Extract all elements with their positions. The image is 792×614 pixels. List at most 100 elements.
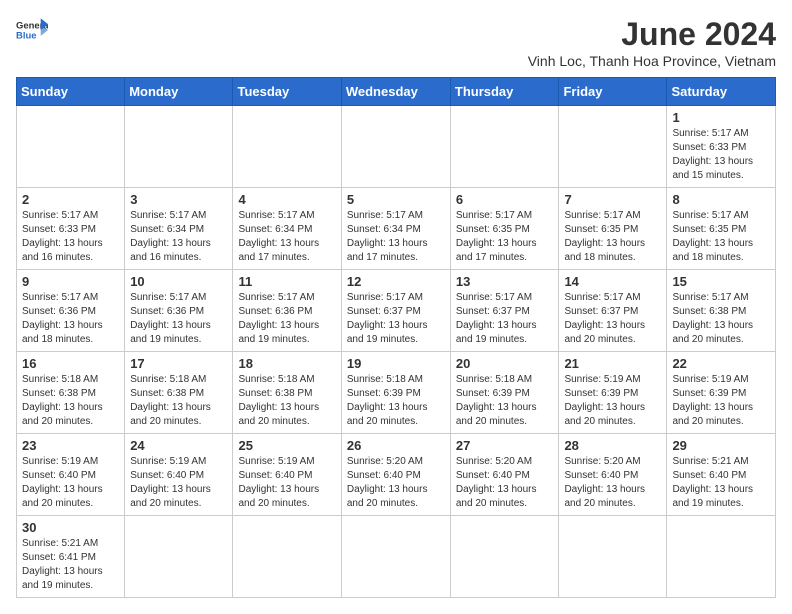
calendar-week-3: 9 Sunrise: 5:17 AM Sunset: 6:36 PM Daylig… xyxy=(17,270,776,352)
day-number: 27 xyxy=(456,438,554,453)
day-info: Sunrise: 5:17 AM Sunset: 6:36 PM Dayligh… xyxy=(22,291,119,347)
calendar-cell xyxy=(125,106,233,188)
calendar-cell xyxy=(450,516,559,598)
calendar-cell xyxy=(125,516,233,598)
calendar-week-1: 1 Sunrise: 5:17 AM Sunset: 6:33 PM Daylig… xyxy=(17,106,776,188)
day-info: Sunrise: 5:19 AM Sunset: 6:40 PM Dayligh… xyxy=(238,455,335,511)
day-number: 29 xyxy=(672,438,770,453)
calendar-week-5: 23 Sunrise: 5:19 AM Sunset: 6:40 PM Dayli… xyxy=(17,434,776,516)
day-number: 5 xyxy=(347,192,445,207)
generalblue-logo-icon: General Blue xyxy=(16,16,48,44)
calendar-cell xyxy=(559,106,667,188)
calendar-week-2: 2 Sunrise: 5:17 AM Sunset: 6:33 PM Daylig… xyxy=(17,188,776,270)
calendar-title: June 2024 xyxy=(528,16,776,53)
calendar-cell: 19 Sunrise: 5:18 AM Sunset: 6:39 PM Dayli… xyxy=(341,352,450,434)
day-number: 15 xyxy=(672,274,770,289)
calendar-cell: 21Sunrise: 5:19 AM Sunset: 6:39 PM Dayli… xyxy=(559,352,667,434)
calendar-cell: 24 Sunrise: 5:19 AM Sunset: 6:40 PM Dayli… xyxy=(125,434,233,516)
calendar-cell: 23Sunrise: 5:19 AM Sunset: 6:40 PM Dayli… xyxy=(17,434,125,516)
day-info: Sunrise: 5:17 AM Sunset: 6:37 PM Dayligh… xyxy=(456,291,554,347)
day-info: Sunrise: 5:17 AM Sunset: 6:38 PM Dayligh… xyxy=(672,291,770,347)
day-number: 14 xyxy=(564,274,661,289)
day-info: Sunrise: 5:17 AM Sunset: 6:35 PM Dayligh… xyxy=(564,209,661,265)
weekday-header-friday: Friday xyxy=(559,78,667,106)
day-info: Sunrise: 5:20 AM Sunset: 6:40 PM Dayligh… xyxy=(564,455,661,511)
day-number: 11 xyxy=(238,274,335,289)
calendar-cell: 27 Sunrise: 5:20 AM Sunset: 6:40 PM Dayli… xyxy=(450,434,559,516)
calendar-cell: 18 Sunrise: 5:18 AM Sunset: 6:38 PM Dayli… xyxy=(233,352,341,434)
calendar-cell: 30Sunrise: 5:21 AM Sunset: 6:41 PM Dayli… xyxy=(17,516,125,598)
calendar-cell xyxy=(233,106,341,188)
day-number: 25 xyxy=(238,438,335,453)
calendar-cell: 14 Sunrise: 5:17 AM Sunset: 6:37 PM Dayli… xyxy=(559,270,667,352)
calendar-cell xyxy=(450,106,559,188)
day-info: Sunrise: 5:17 AM Sunset: 6:33 PM Dayligh… xyxy=(22,209,119,265)
calendar-cell: 5 Sunrise: 5:17 AM Sunset: 6:34 PM Daylig… xyxy=(341,188,450,270)
calendar-cell xyxy=(341,106,450,188)
day-info: Sunrise: 5:17 AM Sunset: 6:37 PM Dayligh… xyxy=(347,291,445,347)
calendar-cell xyxy=(341,516,450,598)
day-info: Sunrise: 5:17 AM Sunset: 6:36 PM Dayligh… xyxy=(130,291,227,347)
day-info: Sunrise: 5:17 AM Sunset: 6:33 PM Dayligh… xyxy=(672,127,770,183)
day-number: 8 xyxy=(672,192,770,207)
day-number: 24 xyxy=(130,438,227,453)
calendar-cell: 11 Sunrise: 5:17 AM Sunset: 6:36 PM Dayli… xyxy=(233,270,341,352)
day-info: Sunrise: 5:18 AM Sunset: 6:38 PM Dayligh… xyxy=(238,373,335,429)
day-info: Sunrise: 5:17 AM Sunset: 6:36 PM Dayligh… xyxy=(238,291,335,347)
calendar-cell: 17Sunrise: 5:18 AM Sunset: 6:38 PM Dayli… xyxy=(125,352,233,434)
calendar-cell xyxy=(559,516,667,598)
day-info: Sunrise: 5:18 AM Sunset: 6:39 PM Dayligh… xyxy=(347,373,445,429)
day-number: 6 xyxy=(456,192,554,207)
day-info: Sunrise: 5:17 AM Sunset: 6:34 PM Dayligh… xyxy=(347,209,445,265)
day-info: Sunrise: 5:17 AM Sunset: 6:34 PM Dayligh… xyxy=(238,209,335,265)
day-info: Sunrise: 5:19 AM Sunset: 6:40 PM Dayligh… xyxy=(130,455,227,511)
day-info: Sunrise: 5:20 AM Sunset: 6:40 PM Dayligh… xyxy=(347,455,445,511)
day-number: 2 xyxy=(22,192,119,207)
calendar-cell: 25 Sunrise: 5:19 AM Sunset: 6:40 PM Dayli… xyxy=(233,434,341,516)
day-number: 19 xyxy=(347,356,445,371)
day-number: 13 xyxy=(456,274,554,289)
calendar-week-4: 16Sunrise: 5:18 AM Sunset: 6:38 PM Dayli… xyxy=(17,352,776,434)
day-number: 3 xyxy=(130,192,227,207)
calendar-cell xyxy=(233,516,341,598)
day-number: 22 xyxy=(672,356,770,371)
day-info: Sunrise: 5:17 AM Sunset: 6:34 PM Dayligh… xyxy=(130,209,227,265)
calendar-cell: 6 Sunrise: 5:17 AM Sunset: 6:35 PM Daylig… xyxy=(450,188,559,270)
day-info: Sunrise: 5:21 AM Sunset: 6:40 PM Dayligh… xyxy=(672,455,770,511)
day-info: Sunrise: 5:17 AM Sunset: 6:35 PM Dayligh… xyxy=(456,209,554,265)
day-number: 18 xyxy=(238,356,335,371)
calendar-subtitle: Vinh Loc, Thanh Hoa Province, Vietnam xyxy=(528,53,776,69)
day-number: 10 xyxy=(130,274,227,289)
day-info: Sunrise: 5:18 AM Sunset: 6:39 PM Dayligh… xyxy=(456,373,554,429)
weekday-header-row: SundayMondayTuesdayWednesdayThursdayFrid… xyxy=(17,78,776,106)
calendar-cell: 1 Sunrise: 5:17 AM Sunset: 6:33 PM Daylig… xyxy=(667,106,776,188)
calendar-cell: 15 Sunrise: 5:17 AM Sunset: 6:38 PM Dayli… xyxy=(667,270,776,352)
calendar-cell: 20Sunrise: 5:18 AM Sunset: 6:39 PM Dayli… xyxy=(450,352,559,434)
calendar-cell: 10 Sunrise: 5:17 AM Sunset: 6:36 PM Dayli… xyxy=(125,270,233,352)
weekday-header-wednesday: Wednesday xyxy=(341,78,450,106)
calendar-cell: 22 Sunrise: 5:19 AM Sunset: 6:39 PM Dayli… xyxy=(667,352,776,434)
day-number: 28 xyxy=(564,438,661,453)
day-info: Sunrise: 5:19 AM Sunset: 6:39 PM Dayligh… xyxy=(564,373,661,429)
svg-text:Blue: Blue xyxy=(16,31,36,42)
day-info: Sunrise: 5:20 AM Sunset: 6:40 PM Dayligh… xyxy=(456,455,554,511)
calendar-cell: 2 Sunrise: 5:17 AM Sunset: 6:33 PM Daylig… xyxy=(17,188,125,270)
day-number: 9 xyxy=(22,274,119,289)
day-info: Sunrise: 5:17 AM Sunset: 6:35 PM Dayligh… xyxy=(672,209,770,265)
day-info: Sunrise: 5:17 AM Sunset: 6:37 PM Dayligh… xyxy=(564,291,661,347)
day-info: Sunrise: 5:19 AM Sunset: 6:39 PM Dayligh… xyxy=(672,373,770,429)
weekday-header-sunday: Sunday xyxy=(17,78,125,106)
calendar-cell: 26Sunrise: 5:20 AM Sunset: 6:40 PM Dayli… xyxy=(341,434,450,516)
day-number: 23 xyxy=(22,438,119,453)
calendar-week-6: 30Sunrise: 5:21 AM Sunset: 6:41 PM Dayli… xyxy=(17,516,776,598)
day-number: 4 xyxy=(238,192,335,207)
day-number: 12 xyxy=(347,274,445,289)
day-number: 17 xyxy=(130,356,227,371)
calendar-cell: 16Sunrise: 5:18 AM Sunset: 6:38 PM Dayli… xyxy=(17,352,125,434)
day-number: 1 xyxy=(672,110,770,125)
calendar-cell: 3 Sunrise: 5:17 AM Sunset: 6:34 PM Daylig… xyxy=(125,188,233,270)
calendar-cell: 8 Sunrise: 5:17 AM Sunset: 6:35 PM Daylig… xyxy=(667,188,776,270)
weekday-header-thursday: Thursday xyxy=(450,78,559,106)
day-number: 7 xyxy=(564,192,661,207)
calendar-cell: 12 Sunrise: 5:17 AM Sunset: 6:37 PM Dayli… xyxy=(341,270,450,352)
